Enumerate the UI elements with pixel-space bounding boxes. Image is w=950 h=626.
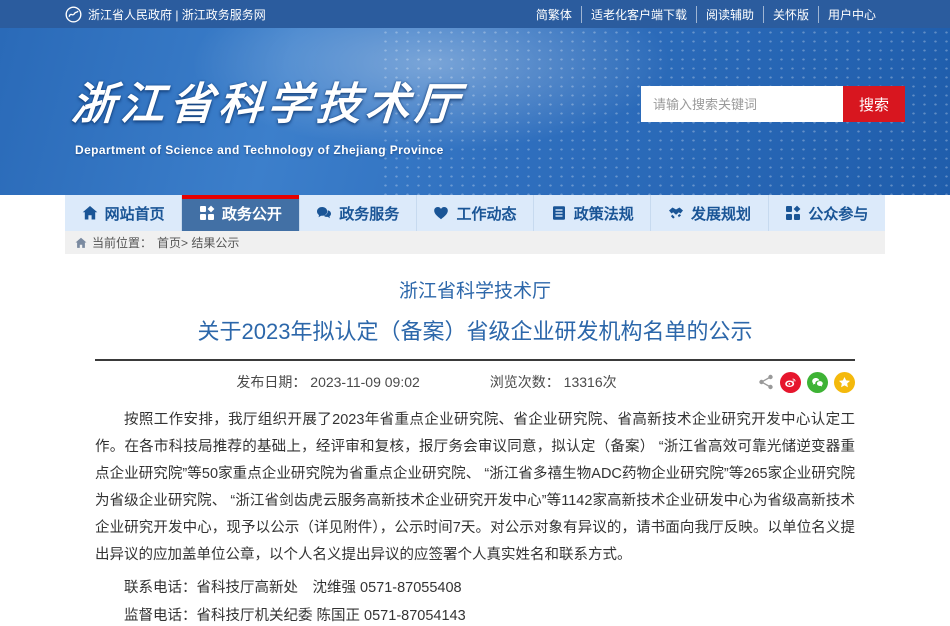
nav-item-label: 网站首页 [105, 203, 165, 224]
home-icon [82, 205, 98, 221]
heart-icon [433, 205, 449, 221]
nav-item-label: 政务服务 [339, 203, 399, 224]
view-count: 浏览次数： 13316次 [490, 372, 617, 392]
utility-link-care-version[interactable]: 关怀版 [763, 6, 818, 23]
article-body: 按照工作安排，我厅组织开展了2023年省重点企业研究院、省企业研究院、省高新技术… [95, 407, 855, 569]
utility-link-user-center[interactable]: 用户中心 [818, 6, 885, 23]
chat-bubbles-icon [316, 205, 332, 221]
breadcrumb-path[interactable]: 首页> 结果公示 [157, 234, 239, 251]
nav-item-gov-openness[interactable]: 政务公开 [182, 195, 299, 231]
supervision-phone-line: 监督电话：省科技厅机关纪委 陈国正 0571-87054143 [95, 604, 855, 625]
top-utility-bar: 浙江省人民政府 | 浙江政务服务网 简繁体 适老化客户端下载 阅读辅助 关怀版 … [0, 0, 950, 28]
weibo-share-icon[interactable] [780, 372, 801, 393]
wechat-share-icon[interactable] [807, 372, 828, 393]
utility-link-read-assist[interactable]: 阅读辅助 [696, 6, 763, 23]
qzone-share-icon[interactable] [834, 372, 855, 393]
share-bar [758, 372, 855, 393]
nav-item-gov-services[interactable]: 政务服务 [300, 195, 417, 231]
nav-item-label: 政策法规 [574, 203, 634, 224]
nav-item-development-plans[interactable]: 发展规划 [651, 195, 768, 231]
search-input[interactable] [641, 86, 843, 122]
site-title: 浙江省科学技术厅 [70, 68, 466, 132]
breadcrumb-home-icon [75, 237, 87, 249]
nav-item-label: 发展规划 [691, 203, 751, 224]
search-button[interactable]: 搜索 [843, 86, 905, 122]
publish-date-value: 2023-11-09 09:02 [310, 374, 420, 390]
nav-item-work-news[interactable]: 工作动态 [417, 195, 534, 231]
document-icon [551, 205, 567, 221]
article-content: 浙江省科学技术厅 关于2023年拟认定（备案）省级企业研发机构名单的公示 发布日… [65, 276, 885, 626]
page: 浙江省人民政府 | 浙江政务服务网 简繁体 适老化客户端下载 阅读辅助 关怀版 … [0, 0, 950, 626]
site-subtitle-english: Department of Science and Technology of … [75, 143, 444, 157]
nav-item-policies[interactable]: 政策法规 [534, 195, 651, 231]
nav-item-public-participation[interactable]: 公众参与 [769, 195, 885, 231]
title-divider [95, 359, 855, 361]
publish-date: 发布日期： 2023-11-09 09:02 [236, 372, 419, 392]
gov-links[interactable]: 浙江省人民政府 | 浙江政务服务网 [65, 6, 266, 23]
nav-item-label: 公众参与 [808, 203, 868, 224]
publish-date-label: 发布日期： [236, 374, 306, 390]
handshake-icon [668, 205, 684, 221]
breadcrumb-prefix: 当前位置： [92, 234, 152, 251]
gov-links-label[interactable]: 浙江省人民政府 | 浙江政务服务网 [88, 6, 266, 23]
view-count-label: 浏览次数： [490, 374, 560, 390]
nav-item-home[interactable]: 网站首页 [65, 195, 182, 231]
article-org-line: 浙江省科学技术厅 [95, 276, 855, 303]
contact-phone-line: 联系电话：省科技厅高新处 沈维强 0571-87055408 [95, 576, 855, 597]
share-icon[interactable] [758, 374, 774, 390]
article-meta: 发布日期： 2023-11-09 09:02 浏览次数： 13316次 [95, 369, 855, 395]
nav-item-label: 政务公开 [222, 203, 282, 224]
participation-icon [785, 205, 801, 221]
utility-link-elder-client[interactable]: 适老化客户端下载 [581, 6, 696, 23]
nav-item-label: 工作动态 [456, 203, 516, 224]
header-banner: 浙江省科学技术厅 Department of Science and Techn… [0, 28, 950, 195]
breadcrumb: 当前位置： 首页> 结果公示 [65, 231, 885, 254]
view-count-value: 13316次 [564, 374, 617, 390]
utility-link-simplified[interactable]: 简繁体 [527, 6, 581, 23]
utility-links: 简繁体 适老化客户端下载 阅读辅助 关怀版 用户中心 [527, 6, 885, 23]
main-nav: 网站首页 政务公开 政务服务 工作动态 [65, 195, 885, 231]
page-title: 关于2023年拟认定（备案）省级企业研发机构名单的公示 [95, 314, 855, 346]
search-box: 搜索 [641, 86, 905, 122]
openness-icon [199, 205, 215, 221]
gov-emblem-icon [65, 6, 82, 23]
